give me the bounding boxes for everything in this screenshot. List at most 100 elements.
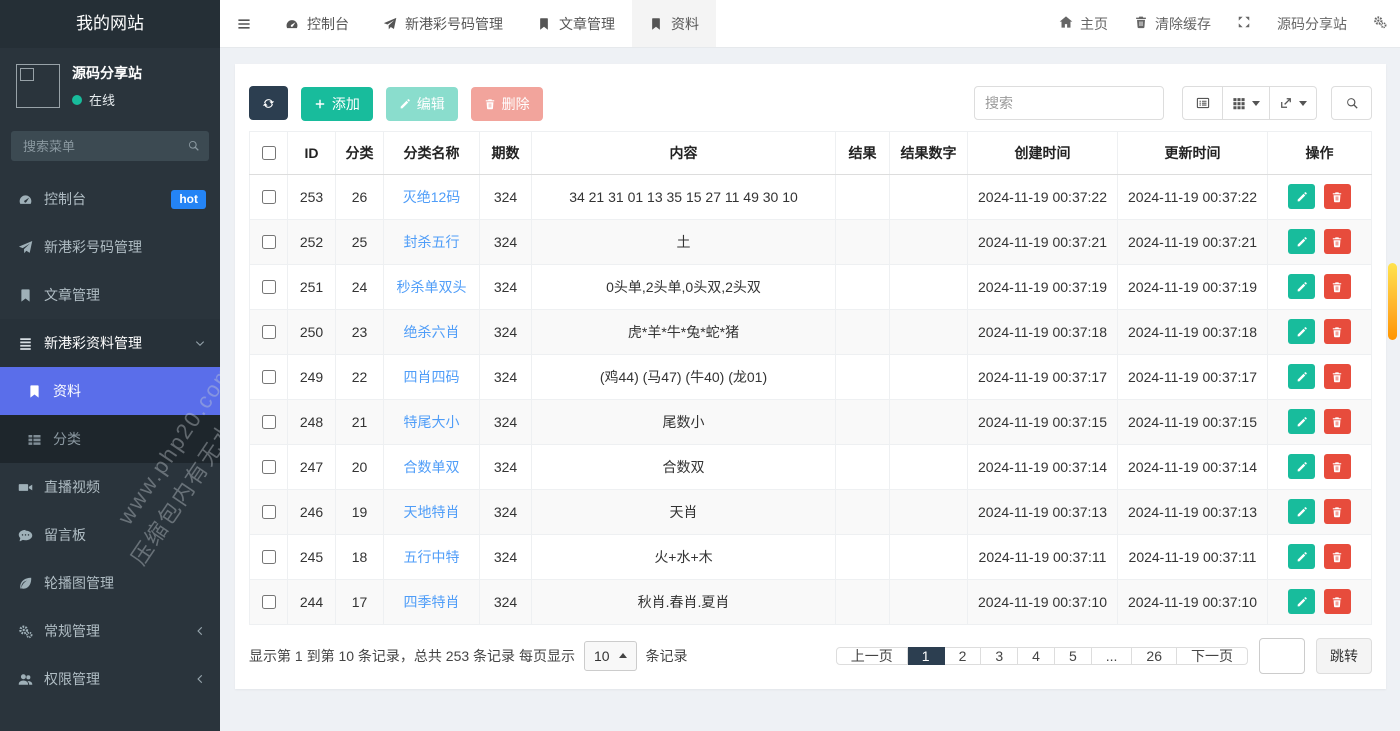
- row-checkbox[interactable]: [262, 459, 276, 474]
- site-brand: 我的网站: [0, 0, 220, 48]
- row-delete-button[interactable]: [1323, 184, 1351, 209]
- row-delete-button[interactable]: [1323, 454, 1351, 479]
- category-name-link[interactable]: 五行中特: [404, 549, 460, 565]
- category-name-link[interactable]: 绝杀六肖: [404, 324, 460, 340]
- row-edit-button[interactable]: [1288, 454, 1316, 479]
- row-edit-button[interactable]: [1288, 184, 1316, 209]
- sidebar-item-live-video[interactable]: 直播视频: [0, 463, 220, 511]
- page-button[interactable]: 1: [907, 646, 945, 665]
- row-delete-button[interactable]: [1323, 274, 1351, 299]
- add-button[interactable]: 添加: [300, 86, 373, 121]
- next-page-button[interactable]: 下一页: [1177, 646, 1248, 665]
- row-edit-button[interactable]: [1288, 589, 1316, 614]
- clear-cache-button[interactable]: 清除缓存: [1121, 0, 1224, 47]
- category-name-link[interactable]: 灭绝12码: [403, 189, 461, 205]
- page-jump-button[interactable]: 跳转: [1316, 637, 1372, 674]
- sidebar-item-category[interactable]: 分类: [0, 415, 220, 463]
- category-name-link[interactable]: 四季特肖: [404, 594, 460, 610]
- row-edit-button[interactable]: [1288, 229, 1316, 254]
- home-icon: [1059, 15, 1073, 32]
- row-checkbox[interactable]: [262, 324, 276, 339]
- row-checkbox[interactable]: [262, 189, 276, 204]
- site-link[interactable]: 源码分享站: [1264, 0, 1360, 47]
- cell-period: 324: [479, 173, 532, 220]
- page-button[interactable]: 4: [1018, 646, 1055, 665]
- sidebar-item-article-manage[interactable]: 文章管理: [0, 271, 220, 319]
- page-button[interactable]: 26: [1132, 646, 1177, 665]
- cell-category: 19: [335, 488, 384, 535]
- category-name-link[interactable]: 特尾大小: [404, 414, 460, 430]
- sidebar-item-data[interactable]: 资料: [0, 367, 220, 415]
- settings-button[interactable]: [1360, 0, 1400, 47]
- table-row: 250 23 绝杀六肖 324 虎*羊*牛*兔*蛇*猪 2024-11-19 0…: [249, 308, 1372, 355]
- page-size-dropdown[interactable]: 10: [583, 640, 637, 671]
- cell-category-name: 绝杀六肖: [383, 308, 480, 355]
- sidebar-item-permission-manage[interactable]: 权限管理: [0, 655, 220, 703]
- prev-page-button[interactable]: 上一页: [835, 646, 908, 665]
- fullscreen-button[interactable]: [1224, 0, 1264, 47]
- pagination-summary: 显示第 1 到第 10 条记录，总共 253 条记录 每页显示 10 条记录: [249, 640, 688, 671]
- row-delete-button[interactable]: [1323, 544, 1351, 569]
- toggle-pagination-button[interactable]: [1182, 86, 1223, 120]
- home-button[interactable]: 主页: [1046, 0, 1121, 47]
- menu-search-input[interactable]: [11, 131, 209, 161]
- header-select-all: [249, 130, 288, 175]
- row-delete-button[interactable]: [1323, 229, 1351, 254]
- category-name-link[interactable]: 四肖四码: [404, 369, 460, 385]
- row-delete-button[interactable]: [1323, 589, 1351, 614]
- columns-button[interactable]: [1223, 86, 1270, 120]
- row-checkbox[interactable]: [262, 414, 276, 429]
- sidebar-item-dashboard[interactable]: 控制台 hot: [0, 175, 220, 223]
- page-ellipsis[interactable]: ...: [1091, 646, 1133, 665]
- cell-category-name: 特尾大小: [383, 398, 480, 445]
- category-name-link[interactable]: 天地特肖: [404, 504, 460, 520]
- row-delete-button[interactable]: [1323, 499, 1351, 524]
- header-result-number: 结果数字: [889, 130, 968, 175]
- select-all-checkbox[interactable]: [262, 145, 276, 160]
- row-checkbox[interactable]: [262, 279, 276, 294]
- cell-result: [835, 173, 890, 220]
- row-checkbox[interactable]: [262, 234, 276, 249]
- category-name-link[interactable]: 秒杀单双头: [397, 279, 467, 295]
- export-button[interactable]: [1270, 86, 1317, 120]
- bookmark-icon: [18, 288, 33, 303]
- scrollbar-thumb[interactable]: [1388, 263, 1397, 340]
- sidebar-item-message-board[interactable]: 留言板: [0, 511, 220, 559]
- row-checkbox[interactable]: [262, 504, 276, 519]
- row-edit-button[interactable]: [1288, 499, 1316, 524]
- row-edit-button[interactable]: [1288, 319, 1316, 344]
- sidebar-item-number-manage[interactable]: 新港彩号码管理: [0, 223, 220, 271]
- row-checkbox[interactable]: [262, 594, 276, 609]
- row-delete-button[interactable]: [1323, 364, 1351, 389]
- row-delete-button[interactable]: [1323, 319, 1351, 344]
- row-edit-button[interactable]: [1288, 544, 1316, 569]
- cell-result-number: [889, 173, 968, 220]
- th-list-icon: [27, 432, 42, 447]
- refresh-button[interactable]: [249, 86, 288, 120]
- sidebar-toggle-button[interactable]: [220, 0, 268, 47]
- row-edit-button[interactable]: [1288, 409, 1316, 434]
- page-button[interactable]: 5: [1054, 646, 1092, 665]
- row-delete-button[interactable]: [1323, 409, 1351, 434]
- page-button[interactable]: 3: [981, 646, 1019, 665]
- tab-dashboard[interactable]: 控制台: [268, 0, 366, 47]
- sidebar-item-general-manage[interactable]: 常规管理: [0, 607, 220, 655]
- search-button[interactable]: [1331, 86, 1372, 120]
- delete-button[interactable]: 删除: [470, 86, 543, 121]
- category-name-link[interactable]: 封杀五行: [404, 234, 460, 250]
- row-checkbox[interactable]: [262, 549, 276, 564]
- category-name-link[interactable]: 合数单双: [404, 459, 460, 475]
- tab-data[interactable]: 资料: [632, 0, 716, 47]
- row-edit-button[interactable]: [1288, 364, 1316, 389]
- page-jump-input[interactable]: [1259, 637, 1305, 674]
- cell-category-name: 封杀五行: [383, 218, 480, 265]
- table-search-input[interactable]: [974, 86, 1164, 120]
- sidebar-item-carousel-manage[interactable]: 轮播图管理: [0, 559, 220, 607]
- row-checkbox[interactable]: [262, 369, 276, 384]
- sidebar-item-data-manage[interactable]: 新港彩资料管理: [0, 319, 220, 367]
- tab-article-manage[interactable]: 文章管理: [520, 0, 632, 47]
- edit-button[interactable]: 编辑: [385, 86, 458, 121]
- row-edit-button[interactable]: [1288, 274, 1316, 299]
- page-button[interactable]: 2: [944, 646, 982, 665]
- tab-number-manage[interactable]: 新港彩号码管理: [366, 0, 520, 47]
